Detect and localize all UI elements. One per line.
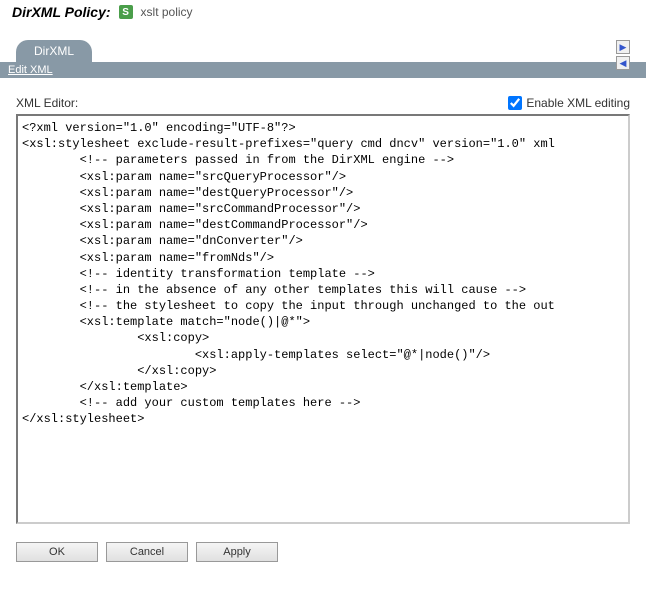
cancel-button[interactable]: Cancel — [106, 542, 188, 562]
policy-icon: S — [119, 5, 133, 19]
policy-name: xslt policy — [141, 5, 193, 19]
arrow-right-icon[interactable]: ▶ — [616, 40, 630, 54]
edit-xml-link[interactable]: Edit XML — [8, 64, 53, 76]
nav-arrows: ▶ ◀ — [616, 40, 630, 70]
editor-label: XML Editor: — [16, 96, 78, 110]
tab-bar: DirXML ▶ ◀ — [0, 24, 646, 62]
page-header: DirXML Policy: S xslt policy — [0, 0, 646, 24]
ok-button[interactable]: OK — [16, 542, 98, 562]
xml-editor-textarea[interactable]: <?xml version="1.0" encoding="UTF-8"?> <… — [16, 114, 630, 524]
enable-editing-checkbox[interactable] — [508, 96, 522, 110]
apply-button[interactable]: Apply — [196, 542, 278, 562]
button-bar: OK Cancel Apply — [0, 524, 646, 570]
enable-editing-label: Enable XML editing — [526, 96, 630, 110]
page-title: DirXML Policy: — [12, 4, 111, 20]
editor-header: XML Editor: Enable XML editing — [16, 96, 630, 110]
enable-editing-checkbox-wrap[interactable]: Enable XML editing — [508, 96, 630, 110]
tab-dirxml[interactable]: DirXML — [16, 40, 92, 62]
sub-bar: Edit XML — [0, 62, 646, 78]
content-area: XML Editor: Enable XML editing <?xml ver… — [0, 78, 646, 524]
arrow-left-icon[interactable]: ◀ — [616, 56, 630, 70]
